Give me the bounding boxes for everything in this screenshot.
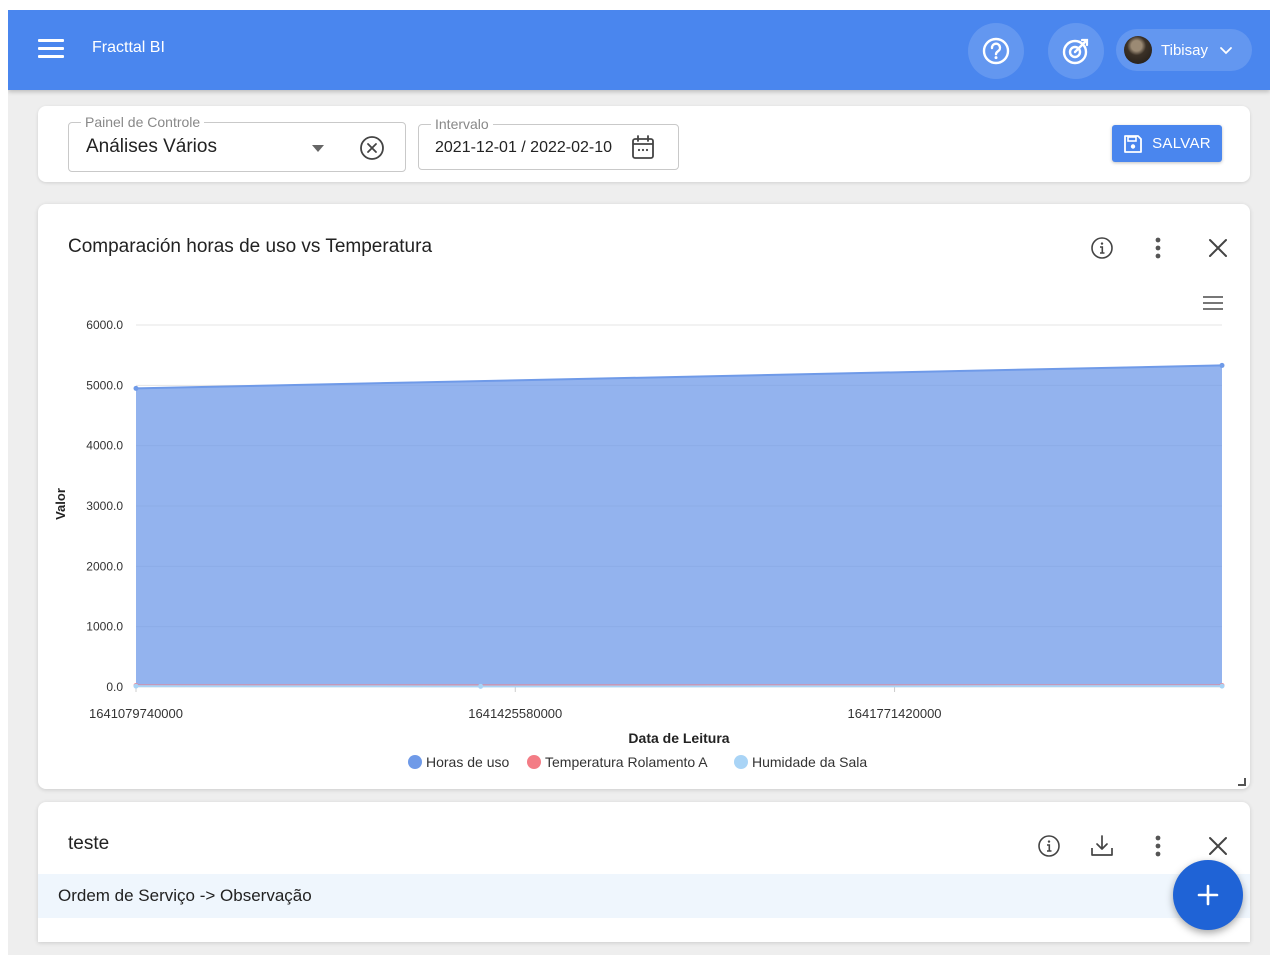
dashboard-select-value: Análises Vários: [86, 136, 217, 157]
app-title: Fracttal BI: [92, 39, 165, 56]
interval-label: Intervalo: [431, 116, 493, 132]
download-icon: [1091, 835, 1113, 856]
avatar: [1124, 36, 1152, 64]
target-button[interactable]: [1048, 23, 1104, 79]
y-tick-label: 4000.0: [86, 439, 123, 453]
plus-icon: [1197, 884, 1219, 906]
user-menu[interactable]: Tibisay: [1116, 29, 1252, 71]
x-tick-label: 1641771420000: [848, 706, 942, 721]
info-icon: [1038, 835, 1060, 857]
target-icon: [1062, 38, 1089, 65]
x-tick-label: 1641425580000: [468, 706, 562, 721]
y-tick-label: 0.0: [106, 680, 123, 694]
table-more-options-button[interactable]: [1146, 832, 1170, 860]
data-point: [133, 385, 139, 391]
filter-bar: Painel de Controle Análises Vários Inter…: [38, 106, 1250, 182]
interval-value: 2021-12-01 / 2022-02-10: [435, 139, 613, 156]
x-axis-label: Data de Leitura: [628, 730, 729, 746]
legend-marker: [408, 755, 422, 769]
menu-icon[interactable]: [38, 39, 64, 59]
data-point: [1219, 683, 1225, 689]
data-point: [1219, 362, 1225, 368]
table-row-text: Ordem de Serviço -> Observação: [58, 886, 312, 905]
add-widget-button[interactable]: [1173, 860, 1243, 930]
table-close-button[interactable]: [1204, 832, 1232, 860]
legend-item: Horas de uso: [426, 754, 509, 770]
chart-card: Comparación horas de uso vs Temperatura …: [38, 204, 1250, 789]
save-button[interactable]: SALVAR: [1112, 125, 1222, 162]
x-tick-label: 1641079740000: [89, 706, 183, 721]
calendar-icon[interactable]: [631, 134, 655, 160]
dropdown-arrow-icon[interactable]: [312, 145, 324, 152]
y-tick-label: 3000.0: [86, 499, 123, 513]
clear-icon[interactable]: [359, 135, 385, 161]
dashboard-select[interactable]: Painel de Controle Análises Vários: [68, 114, 406, 172]
save-button-label: SALVAR: [1152, 135, 1211, 152]
y-tick-label: 2000.0: [86, 559, 123, 573]
close-icon: [1209, 837, 1227, 855]
help-button[interactable]: [968, 23, 1024, 79]
y-tick-label: 1000.0: [86, 620, 123, 634]
dashboard-select-label: Painel de Controle: [81, 114, 205, 130]
area-chart: 0.0 1000.0 2000.0 3000.0 4000.0 5000.0 6000.0 1…: [53, 318, 1225, 770]
data-point: [133, 683, 139, 689]
save-icon: [1124, 134, 1143, 153]
legend-item: Humidade da Sala: [752, 754, 867, 770]
top-app-bar: Fracttal BI Tibisay: [8, 10, 1270, 90]
more-vert-icon: [1155, 835, 1161, 857]
app-shell: Fracttal BI Tibisay Painel de Controle A…: [8, 10, 1270, 955]
table-info-button[interactable]: [1035, 832, 1063, 860]
table-card: teste Ordem de Serviço -> Observação: [38, 802, 1250, 942]
table-row[interactable]: Ordem de Serviço -> Observação: [38, 874, 1250, 918]
legend-marker: [734, 755, 748, 769]
series-area-horas-de-uso: [136, 365, 1222, 687]
chevron-down-icon: [1220, 47, 1232, 55]
y-tick-label: 5000.0: [86, 378, 123, 392]
user-name: Tibisay: [1161, 41, 1208, 59]
interval-field[interactable]: Intervalo 2021-12-01 / 2022-02-10: [418, 116, 679, 170]
resize-handle[interactable]: [1238, 778, 1246, 786]
y-axis-label: Valor: [53, 488, 68, 520]
download-button[interactable]: [1088, 832, 1116, 860]
legend-marker: [527, 755, 541, 769]
legend-item: Temperatura Rolamento A: [545, 754, 708, 770]
help-icon: [982, 37, 1010, 65]
table-card-title: teste: [68, 833, 110, 854]
y-tick-label: 6000.0: [86, 318, 123, 332]
data-point: [478, 683, 484, 689]
